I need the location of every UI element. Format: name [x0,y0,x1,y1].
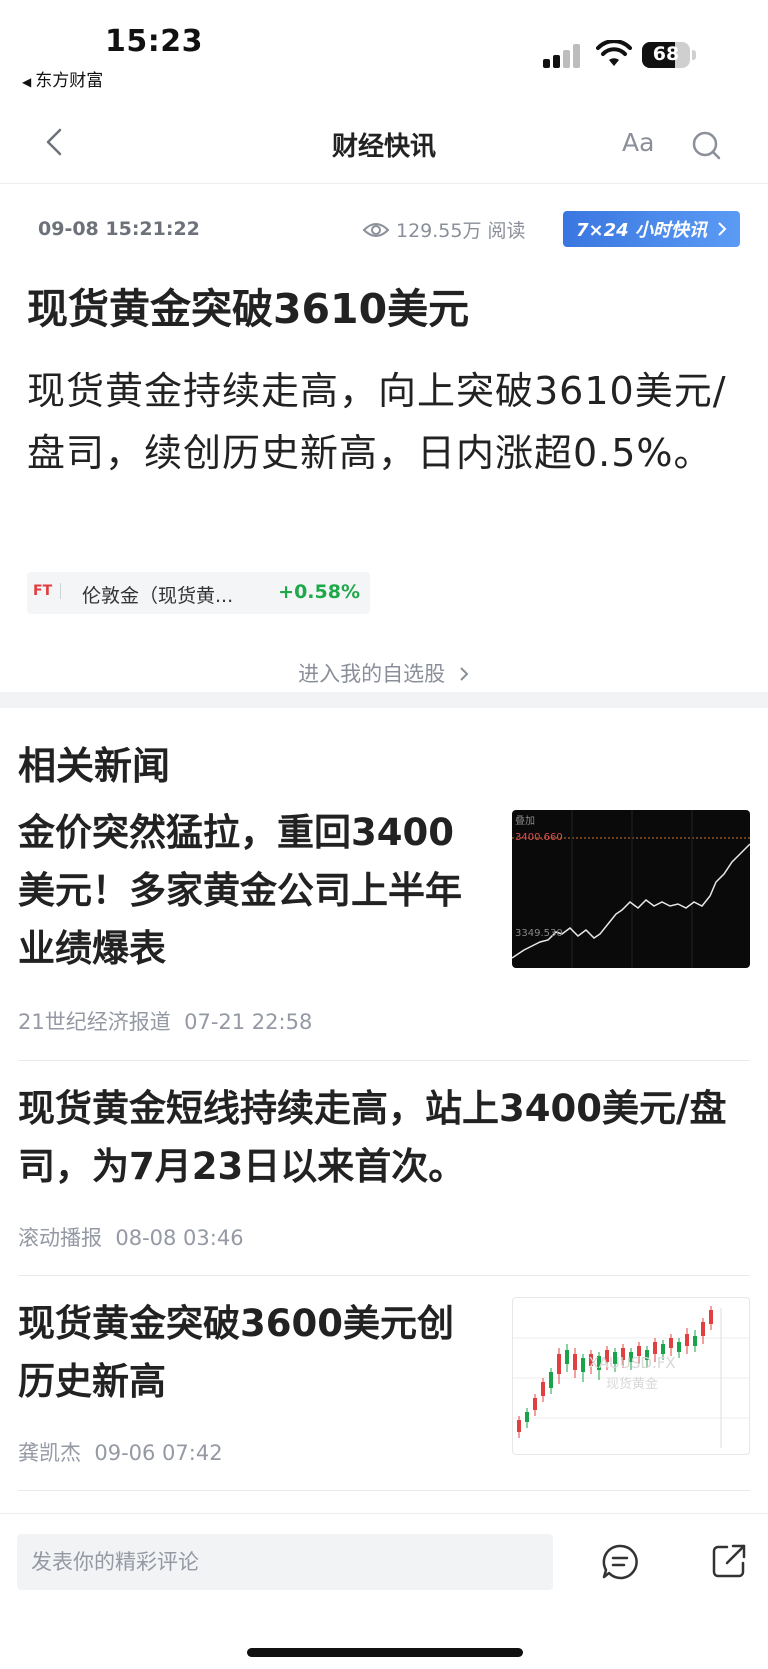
stock-tag: FT [33,583,62,599]
news-meta: 滚动播报 08-08 03:46 [18,1222,244,1252]
news-time: 08-08 03:46 [115,1226,244,1250]
view-count: 129.55万 阅读 [362,216,526,243]
back-to-app-link[interactable]: ◀ 东方财富 [22,66,103,91]
thumb-watermark-name: 现货黄金 [606,1376,658,1392]
stock-name: 伦敦金（现货黄... [82,585,234,607]
news-title: 现货黄金突破3600美元创历史新高 [18,1302,454,1403]
nav-bar: 财经快讯 Aa [0,100,768,184]
news-source: 龚凯杰 [18,1441,81,1465]
comment-icon[interactable] [600,1542,640,1582]
news-item[interactable]: 现货黄金短线持续走高，站上3400美元/盘司，为7月23日以来首次。 滚动播报 … [18,1080,750,1250]
battery-cap [692,50,696,60]
thumb-top-label: 叠加 [515,815,535,827]
bottom-action-bar [0,1513,768,1669]
cellular-signal-icon [543,44,583,68]
thumb-watermark-symbol: XAUUSD.FX [588,1354,675,1372]
share-icon[interactable] [710,1542,748,1580]
home-indicator [247,1648,523,1657]
news-item[interactable]: 现货黄金突破3600美元创历史新高 龚凯杰 09-06 07:42 XAUUSD… [18,1295,750,1465]
font-size-button[interactable]: Aa [622,128,654,157]
search-icon[interactable] [691,130,723,162]
divider [18,1275,750,1276]
article-title: 现货黄金突破3610美元 [27,285,470,333]
flash-news-label: 7×24 小时快讯 [576,220,707,241]
enter-watchlist-label: 进入我的自选股 [298,662,446,686]
news-time: 07-21 22:58 [184,1010,313,1034]
comment-input[interactable] [17,1534,553,1590]
news-source: 滚动播报 [18,1226,102,1250]
section-divider [0,692,768,708]
thumb-price-high: 3400.660 [515,832,563,843]
price-chart-thumbnail: 叠加 3400.660 3349.530 [512,810,750,968]
news-title: 金价突然猛拉，重回3400美元！多家黄金公司上半年业绩爆表 [18,811,462,970]
battery-level: 68 [652,43,680,65]
news-meta: 21世纪经济报道 07-21 22:58 [18,1006,312,1036]
divider [18,1060,750,1061]
status-time: 15:23 [105,24,203,59]
stock-change: +0.58% [278,581,360,603]
news-thumbnail: XAUUSD.FX 现货黄金 [512,1297,750,1455]
status-bar: 15:23 ◀ 东方财富 68 [0,0,768,100]
news-source: 21世纪经济报道 [18,1010,171,1034]
thumb-price-low: 3349.530 [515,928,563,939]
divider [18,1490,750,1491]
wifi-icon [596,40,632,66]
back-app-label: 东方财富 [35,71,104,91]
back-triangle-icon: ◀ [22,75,32,89]
news-meta: 龚凯杰 09-06 07:42 [18,1437,223,1467]
article-body: 现货黄金持续走高，向上突破3610美元/盘司，续创历史新高，日内涨超0.5%。 [27,369,727,475]
chevron-right-icon [460,667,469,681]
news-time: 09-06 07:42 [94,1441,223,1465]
article-datetime: 09-08 15:21:22 [38,218,200,240]
eye-icon [362,222,390,237]
related-stock-chip[interactable]: FT 伦敦金（现货黄... +0.58% [27,572,370,614]
related-news-heading: 相关新闻 [18,744,171,788]
news-thumbnail: 叠加 3400.660 3349.530 [512,810,750,968]
battery-icon: 68 [642,42,690,68]
news-title: 现货黄金短线持续走高，站上3400美元/盘司，为7月23日以来首次。 [18,1087,727,1188]
chevron-right-icon [718,222,727,236]
candlestick-chart-thumbnail: XAUUSD.FX 现货黄金 [513,1306,749,1448]
flash-news-badge[interactable]: 7×24 小时快讯 [563,211,740,247]
news-item[interactable]: 金价突然猛拉，重回3400美元！多家黄金公司上半年业绩爆表 21世纪经济报道 0… [18,804,750,1052]
enter-watchlist-link[interactable]: 进入我的自选股 [0,658,768,688]
view-count-text: 129.55万 阅读 [396,220,526,242]
